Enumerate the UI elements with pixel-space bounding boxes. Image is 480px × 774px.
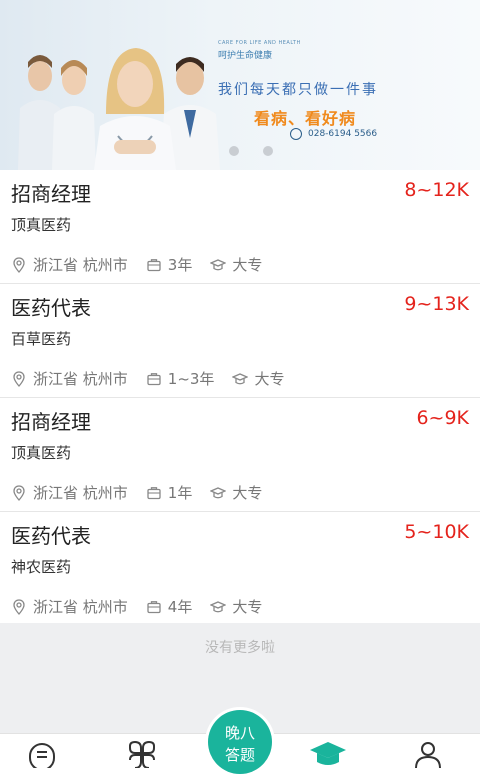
location-pin-icon — [13, 598, 25, 615]
location-pin-icon — [13, 370, 25, 387]
job-company: 神农医药 — [11, 558, 72, 576]
center-button-line1: 晚八 — [224, 724, 255, 742]
center-button-line2: 答题 — [224, 746, 255, 764]
job-experience: 3年 — [167, 256, 193, 274]
job-title: 医药代表 — [11, 296, 91, 320]
graduation-cap-icon[interactable] — [308, 738, 348, 768]
location-pin-icon — [13, 256, 25, 273]
doctors-photo — [18, 48, 220, 170]
job-title: 招商经理 — [11, 410, 91, 434]
job-education: 大专 — [254, 370, 285, 388]
job-meta: 浙江省 杭州市 3年 大专 — [11, 254, 262, 275]
banner-slogan: 我们每天都只做一件事 — [218, 82, 378, 98]
education-cap-icon — [210, 600, 227, 612]
banner-carousel[interactable]: CARE FOR LIFE AND HEALTH 呵护生命健康 我们每天都只做一… — [0, 0, 480, 170]
briefcase-icon — [147, 600, 161, 613]
job-salary: 9~13K — [404, 293, 469, 315]
carousel-dot[interactable] — [263, 146, 273, 156]
job-salary: 5~10K — [404, 521, 469, 543]
briefcase-icon — [147, 258, 161, 271]
job-salary: 6~9K — [416, 407, 469, 429]
job-item[interactable]: 医药代表 9~13K 百草医药 浙江省 杭州市 1~3年 大专 — [0, 284, 480, 398]
job-location: 浙江省 杭州市 — [33, 598, 128, 616]
job-title: 招商经理 — [11, 182, 91, 206]
grid-icon[interactable] — [122, 738, 162, 768]
job-list: 招商经理 8~12K 顶真医药 浙江省 杭州市 3年 大专 医药代表 9~13K… — [0, 170, 480, 625]
banner-caption: CARE FOR LIFE AND HEALTH — [218, 40, 301, 46]
education-cap-icon — [232, 372, 249, 384]
evening-quiz-button[interactable]: 晚八 答题 — [208, 710, 272, 774]
job-company: 顶真医药 — [11, 216, 72, 234]
job-meta: 浙江省 杭州市 4年 大专 — [11, 596, 262, 617]
banner-brand: 呵护生命健康 — [218, 51, 273, 61]
job-location: 浙江省 杭州市 — [33, 256, 128, 274]
job-location: 浙江省 杭州市 — [33, 370, 128, 388]
carousel-dot[interactable] — [229, 146, 239, 156]
job-company: 顶真医药 — [11, 444, 72, 462]
job-education: 大专 — [232, 256, 263, 274]
job-education: 大专 — [232, 484, 263, 502]
briefcase-icon — [147, 372, 161, 385]
job-salary: 8~12K — [404, 179, 469, 201]
job-meta: 浙江省 杭州市 1年 大专 — [11, 482, 262, 503]
briefcase-icon — [147, 486, 161, 499]
job-title: 医药代表 — [11, 524, 91, 548]
banner-phone-number: 028-6194 5566 — [308, 129, 378, 139]
job-item[interactable]: 医药代表 5~10K 神农医药 浙江省 杭州市 4年 大专 — [0, 512, 480, 625]
phone-icon — [290, 128, 302, 140]
job-item[interactable]: 招商经理 6~9K 顶真医药 浙江省 杭州市 1年 大专 — [0, 398, 480, 512]
document-icon[interactable] — [22, 738, 62, 768]
banner-text: CARE FOR LIFE AND HEALTH 呵护生命健康 我们每天都只做一… — [218, 40, 468, 129]
job-item[interactable]: 招商经理 8~12K 顶真医药 浙江省 杭州市 3年 大专 — [0, 170, 480, 284]
location-pin-icon — [13, 484, 25, 501]
job-meta: 浙江省 杭州市 1~3年 大专 — [11, 368, 284, 389]
job-location: 浙江省 杭州市 — [33, 484, 128, 502]
education-cap-icon — [210, 486, 227, 498]
job-experience: 4年 — [167, 598, 193, 616]
banner-phone: 028-6194 5566 — [290, 128, 377, 140]
list-end-text: 没有更多啦 — [205, 640, 275, 656]
job-education: 大专 — [232, 598, 263, 616]
job-experience: 1~3年 — [167, 370, 215, 388]
job-experience: 1年 — [167, 484, 193, 502]
user-icon[interactable] — [408, 738, 448, 768]
job-company: 百草医药 — [11, 330, 72, 348]
banner-slogan-highlight: 看病、看好病 — [254, 109, 357, 128]
education-cap-icon — [210, 258, 227, 270]
